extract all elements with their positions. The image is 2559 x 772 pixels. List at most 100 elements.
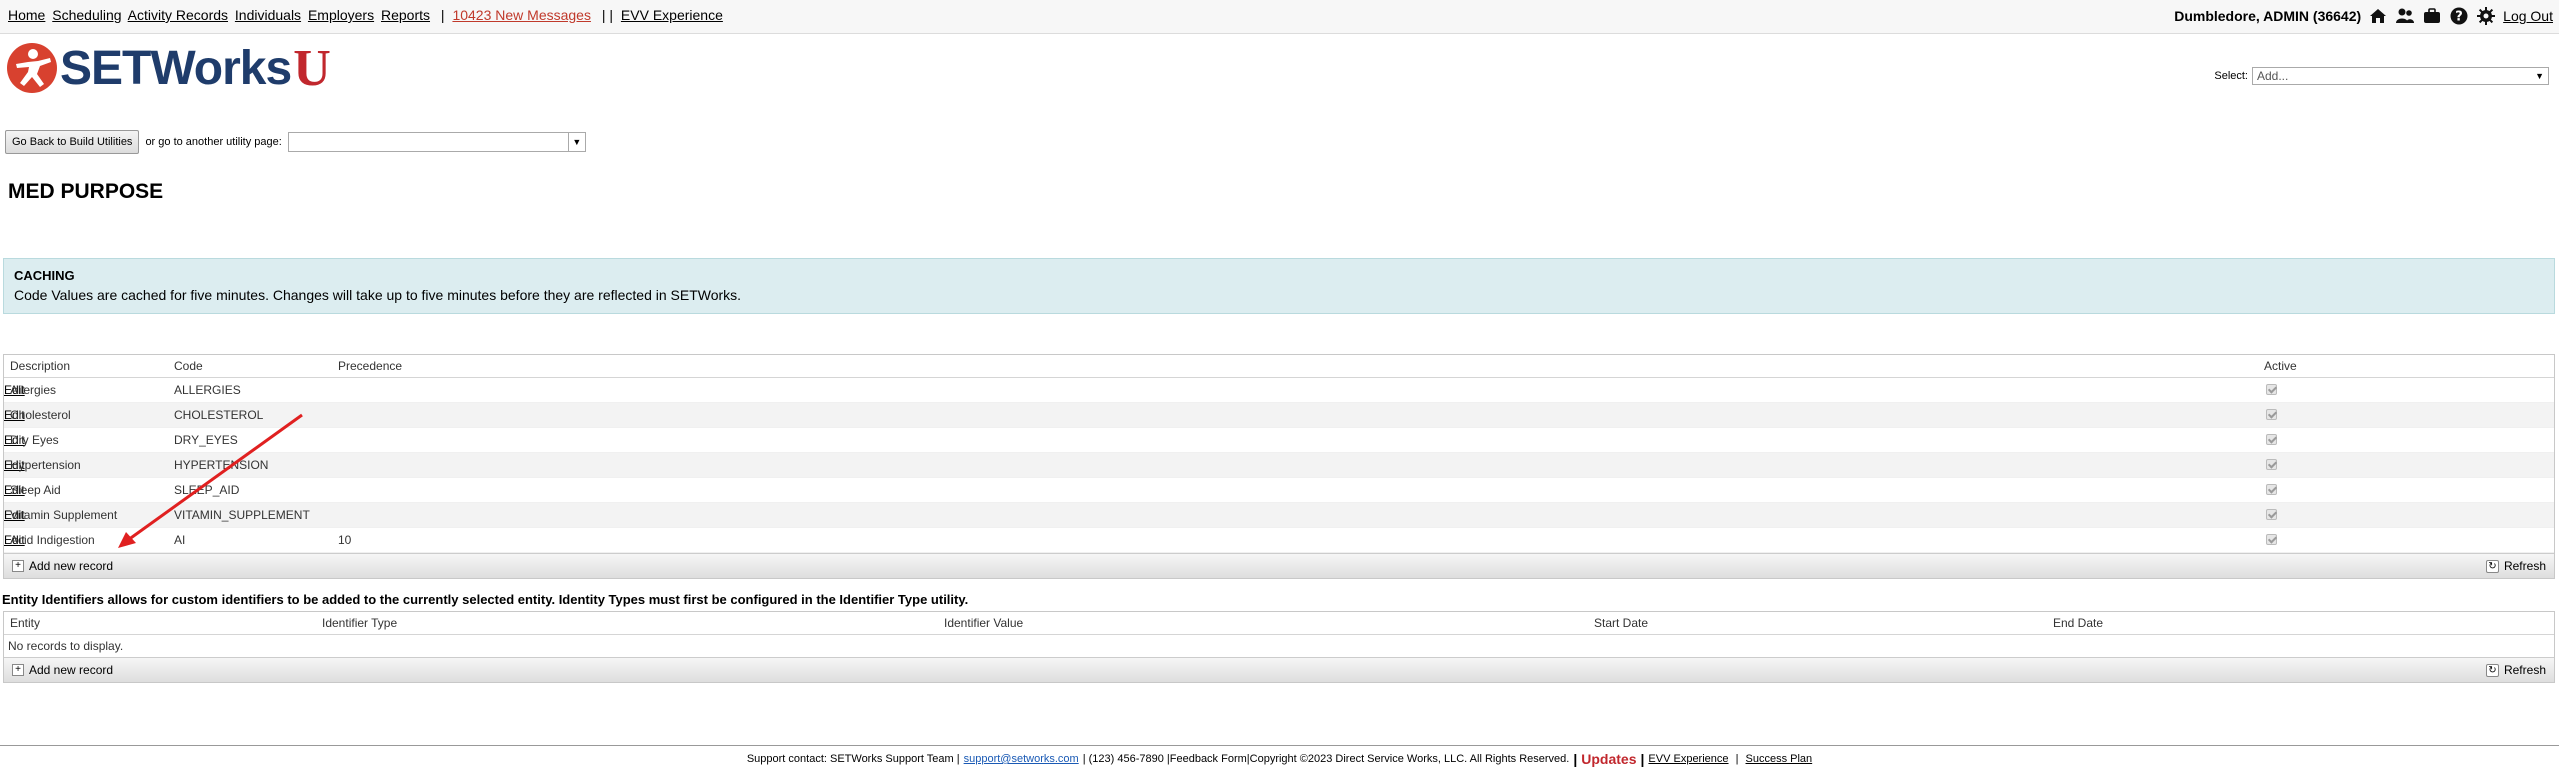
active-checkbox bbox=[2266, 434, 2277, 445]
nav-separator: | bbox=[440, 7, 445, 23]
nav-links: Home Scheduling Activity Records Individ… bbox=[8, 7, 726, 23]
logo-text: SETWorks bbox=[60, 41, 292, 95]
logo-figure-icon bbox=[7, 43, 57, 93]
caching-info-box: CACHING Code Values are cached for five … bbox=[3, 258, 2555, 314]
plus-icon: + bbox=[12, 560, 24, 572]
entity-identifiers-description: Entity Identifiers allows for custom ide… bbox=[2, 592, 969, 607]
page-title: MED PURPOSE bbox=[8, 180, 164, 203]
table-row: Vitamin Supplement VITAMIN_SUPPLEMENT Ed… bbox=[4, 503, 2554, 528]
entity-identifiers-grid: Entity Identifier Type Identifier Value … bbox=[3, 611, 2555, 683]
row-code: SLEEP_AID bbox=[174, 483, 240, 497]
chevron-down-icon: ▼ bbox=[567, 133, 585, 151]
active-checkbox bbox=[2266, 459, 2277, 470]
utility-row: Go Back to Build Utilities or go to anot… bbox=[5, 130, 586, 154]
table-row: Allergies ALLERGIES Edit bbox=[4, 378, 2554, 403]
row-description: Sleep Aid bbox=[10, 483, 61, 497]
refresh-icon: ↻ bbox=[2485, 559, 2499, 573]
add-new-record-button[interactable]: + Add new record bbox=[12, 559, 113, 573]
user-name: Dumbledore, ADMIN (36642) bbox=[2174, 8, 2362, 24]
support-email-link[interactable]: support@setworks.com bbox=[964, 753, 1079, 765]
no-records-message: No records to display. bbox=[8, 639, 124, 653]
refresh-label: Refresh bbox=[2503, 559, 2546, 573]
footer-evv-link[interactable]: EVV Experience bbox=[1648, 753, 1728, 765]
page-footer: Support contact: SETWorks Support Team |… bbox=[0, 745, 2559, 772]
nav-reports-link[interactable]: Reports bbox=[381, 7, 430, 23]
setworks-logo[interactable]: SETWorks U bbox=[6, 39, 331, 97]
column-precedence[interactable]: Precedence bbox=[338, 359, 402, 373]
footer-support: Support contact: SETWorks Support Team | bbox=[746, 753, 960, 765]
grid-footer: + Add new record ↻ Refresh bbox=[4, 657, 2554, 682]
back-to-build-utilities-button[interactable]: Go Back to Build Utilities bbox=[5, 130, 140, 154]
active-checkbox bbox=[2266, 484, 2277, 495]
nav-scheduling-link[interactable]: Scheduling bbox=[52, 7, 121, 23]
row-code: CHOLESTEROL bbox=[174, 408, 264, 422]
column-code[interactable]: Code bbox=[174, 359, 203, 373]
nav-separator-double: | | bbox=[601, 7, 614, 23]
add-new-record-label: Add new record bbox=[29, 559, 114, 573]
column-end-date[interactable]: End Date bbox=[2053, 616, 2103, 630]
active-checkbox bbox=[2266, 534, 2277, 545]
active-checkbox bbox=[2266, 509, 2277, 520]
row-code: DRY_EYES bbox=[174, 433, 238, 447]
caching-text: Code Values are cached for five minutes.… bbox=[14, 287, 742, 303]
chevron-down-icon: ▼ bbox=[2535, 71, 2544, 81]
add-select[interactable]: Add... ▼ bbox=[2252, 67, 2549, 85]
row-description: Dry Eyes bbox=[10, 433, 59, 447]
success-plan-link[interactable]: Success Plan bbox=[1746, 753, 1813, 765]
users-icon[interactable] bbox=[2395, 6, 2415, 26]
refresh-button[interactable]: ↻ Refresh bbox=[2485, 663, 2546, 677]
briefcase-icon[interactable] bbox=[2422, 6, 2442, 26]
logout-link[interactable]: Log Out bbox=[2503, 8, 2553, 24]
utility-or-text: or go to another utility page: bbox=[145, 136, 282, 148]
refresh-button[interactable]: ↻ Refresh bbox=[2485, 559, 2546, 573]
nav-messages-link[interactable]: 10423 New Messages bbox=[452, 7, 591, 23]
add-new-record-label: Add new record bbox=[29, 663, 114, 677]
row-code: ALLERGIES bbox=[174, 383, 241, 397]
row-description: Cholesterol bbox=[10, 408, 71, 422]
code-values-grid: Description Code Precedence Active Aller… bbox=[3, 354, 2555, 579]
column-entity[interactable]: Entity bbox=[10, 616, 40, 630]
select-label: Select: bbox=[2214, 70, 2248, 82]
global-select-area: Select: Add... ▼ bbox=[2214, 67, 2549, 85]
row-description: Vitamin Supplement bbox=[10, 508, 118, 522]
svg-text:?: ? bbox=[2455, 10, 2463, 25]
footer-copyright: | (123) 456-7890 |Feedback Form|Copyrigh… bbox=[1082, 753, 1570, 765]
table-row: Cholesterol CHOLESTEROL Edit bbox=[4, 403, 2554, 428]
row-code: AI bbox=[174, 533, 186, 547]
add-select-value: Add... bbox=[2257, 69, 2289, 83]
home-icon[interactable] bbox=[2368, 6, 2388, 26]
footer-separator: | bbox=[1732, 753, 1742, 765]
nav-employers-link[interactable]: Employers bbox=[308, 7, 374, 23]
table-row: Dry Eyes DRY_EYES Edit bbox=[4, 428, 2554, 453]
refresh-label: Refresh bbox=[2503, 663, 2546, 677]
footer-separator: | bbox=[1573, 751, 1578, 767]
top-nav-bar: Home Scheduling Activity Records Individ… bbox=[0, 0, 2559, 34]
row-description: Acid Indigestion bbox=[10, 533, 95, 547]
nav-evv-link[interactable]: EVV Experience bbox=[621, 7, 723, 23]
user-area: Dumbledore, ADMIN (36642) ? Log Out bbox=[2174, 6, 2553, 26]
grid-header: Entity Identifier Type Identifier Value … bbox=[4, 612, 2554, 635]
grid-footer: + Add new record ↻ Refresh bbox=[4, 553, 2554, 578]
row-precedence: 10 bbox=[338, 533, 352, 547]
nav-home-link[interactable]: Home bbox=[8, 7, 45, 23]
plus-icon: + bbox=[12, 664, 24, 676]
updates-link[interactable]: Updates bbox=[1581, 751, 1636, 767]
grid-header: Description Code Precedence Active bbox=[4, 355, 2554, 378]
utility-page-select[interactable]: ▼ bbox=[287, 132, 586, 152]
column-active[interactable]: Active bbox=[2264, 359, 2297, 373]
nav-activity-records-link[interactable]: Activity Records bbox=[128, 7, 228, 23]
refresh-icon: ↻ bbox=[2485, 663, 2499, 677]
help-icon[interactable]: ? bbox=[2449, 6, 2469, 26]
settings-icon[interactable] bbox=[2476, 6, 2496, 26]
active-checkbox bbox=[2266, 384, 2277, 395]
nav-individuals-link[interactable]: Individuals bbox=[235, 7, 301, 23]
row-description: Allergies bbox=[10, 383, 57, 397]
add-new-record-button[interactable]: + Add new record bbox=[12, 663, 113, 677]
column-description[interactable]: Description bbox=[10, 359, 70, 373]
table-row: Sleep Aid SLEEP_AID Edit bbox=[4, 478, 2554, 503]
column-identifier-type[interactable]: Identifier Type bbox=[322, 616, 397, 630]
table-row: Hypertension HYPERTENSION Edit bbox=[4, 453, 2554, 478]
column-identifier-value[interactable]: Identifier Value bbox=[944, 616, 1023, 630]
logo-accent: U bbox=[293, 39, 331, 97]
column-start-date[interactable]: Start Date bbox=[1594, 616, 1648, 630]
